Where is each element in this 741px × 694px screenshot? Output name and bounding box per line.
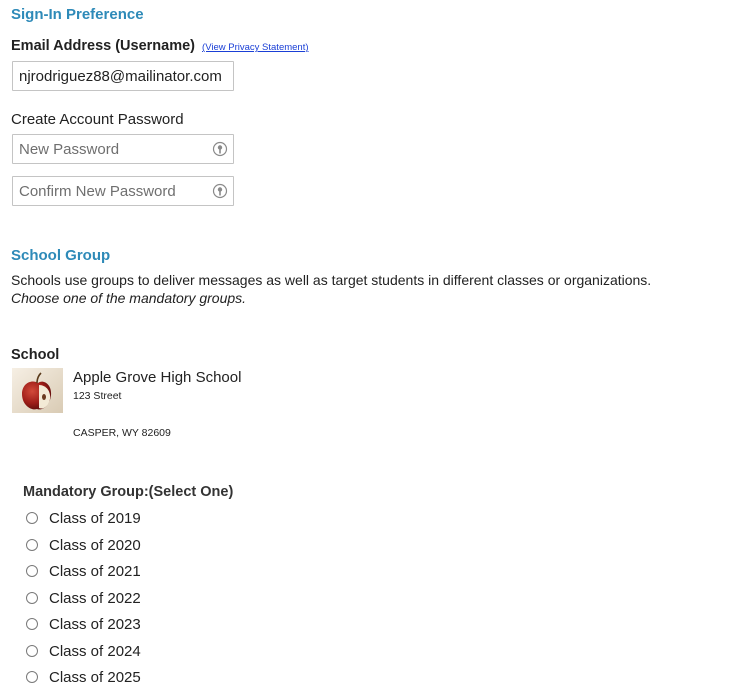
email-input[interactable] [12, 61, 234, 91]
new-password-input[interactable] [12, 134, 234, 164]
school-group-instruction: Choose one of the mandatory groups. [11, 290, 247, 306]
radio-label[interactable]: Class of 2019 [49, 510, 141, 527]
radio-option-class-of-2020[interactable]: Class of 2020 [26, 535, 141, 555]
mandatory-group-heading: Mandatory Group:(Select One) [23, 484, 234, 500]
radio-button[interactable] [26, 618, 38, 630]
radio-label[interactable]: Class of 2023 [49, 616, 141, 633]
school-name: Apple Grove High School [73, 369, 242, 386]
email-label: Email Address (Username) (View Privacy S… [11, 38, 309, 54]
sign-in-preference-title: Sign-In Preference [11, 6, 144, 23]
confirm-password-input[interactable] [12, 176, 234, 206]
radio-option-class-of-2025[interactable]: Class of 2025 [26, 667, 141, 687]
radio-label[interactable]: Class of 2020 [49, 537, 141, 554]
email-label-text: Email Address (Username) [11, 38, 196, 54]
key-icon[interactable] [212, 141, 228, 157]
radio-option-class-of-2019[interactable]: Class of 2019 [26, 508, 141, 528]
radio-option-class-of-2022[interactable]: Class of 2022 [26, 588, 141, 608]
school-city-state-zip: CASPER, WY 82609 [73, 427, 171, 439]
radio-label[interactable]: Class of 2021 [49, 563, 141, 580]
apple-icon [12, 368, 63, 413]
radio-label[interactable]: Class of 2024 [49, 643, 141, 660]
radio-button[interactable] [26, 565, 38, 577]
school-image [12, 368, 63, 413]
radio-button[interactable] [26, 512, 38, 524]
radio-button[interactable] [26, 645, 38, 657]
radio-option-class-of-2021[interactable]: Class of 2021 [26, 561, 141, 581]
school-street: 123 Street [73, 390, 122, 402]
radio-label[interactable]: Class of 2025 [49, 669, 141, 686]
view-privacy-statement-link[interactable]: (View Privacy Statement) [202, 42, 308, 53]
school-label: School [11, 347, 60, 363]
radio-option-class-of-2023[interactable]: Class of 2023 [26, 614, 141, 634]
radio-button[interactable] [26, 592, 38, 604]
key-icon[interactable] [212, 183, 228, 199]
create-password-label: Create Account Password [11, 111, 184, 128]
school-group-description-text: Schools use groups to deliver messages a… [11, 272, 652, 288]
school-group-description: Schools use groups to deliver messages a… [11, 271, 731, 307]
radio-option-class-of-2024[interactable]: Class of 2024 [26, 641, 141, 661]
radio-button[interactable] [26, 539, 38, 551]
radio-label[interactable]: Class of 2022 [49, 590, 141, 607]
school-group-title: School Group [11, 247, 111, 264]
radio-button[interactable] [26, 671, 38, 683]
